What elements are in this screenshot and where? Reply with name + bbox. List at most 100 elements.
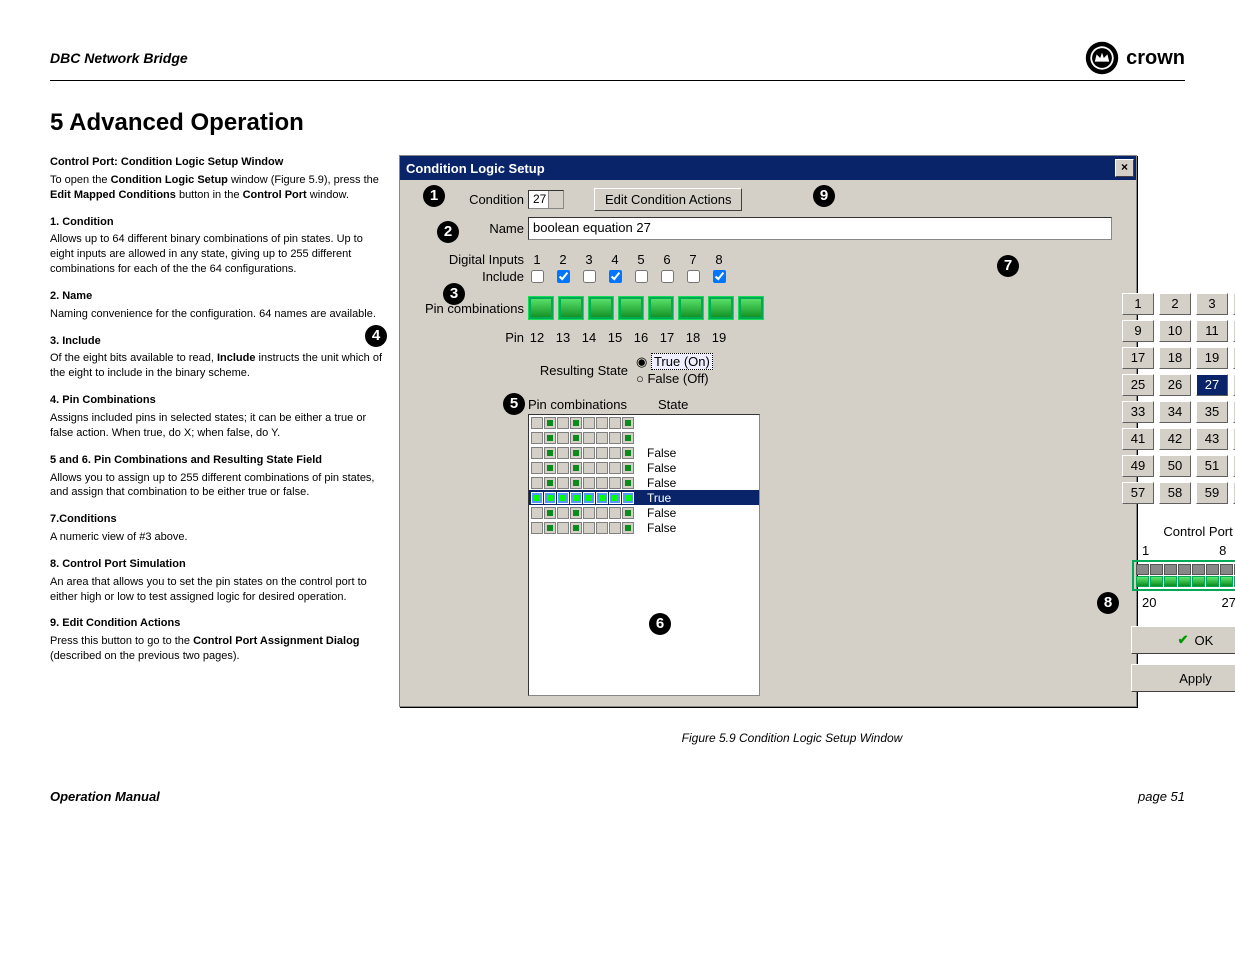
- pin-number: 16: [628, 330, 654, 345]
- cps-cell[interactable]: [1136, 576, 1149, 587]
- condition-button[interactable]: 1: [1122, 293, 1154, 315]
- include-checkbox[interactable]: [713, 270, 726, 283]
- pin-combination-leds: [528, 296, 764, 320]
- condition-button[interactable]: 59: [1196, 482, 1228, 504]
- condition-button[interactable]: 34: [1159, 401, 1191, 423]
- cps-cell[interactable]: [1220, 576, 1233, 587]
- cps-cell[interactable]: [1164, 576, 1177, 587]
- ok-button[interactable]: ✔OK: [1131, 626, 1235, 654]
- digital-inputs-label: Digital Inputs: [408, 252, 524, 267]
- para-2: Naming convenience for the configuration…: [50, 307, 385, 322]
- include-checkbox[interactable]: [635, 270, 648, 283]
- conditions-grid: 1234567891011121314151617181920212223242…: [1122, 293, 1235, 504]
- condition-button[interactable]: 9: [1122, 320, 1154, 342]
- list-row[interactable]: False: [529, 475, 759, 490]
- radio-false[interactable]: ○ False (Off): [636, 371, 713, 386]
- cps-cell[interactable]: [1192, 576, 1205, 587]
- name-field[interactable]: boolean equation 27: [528, 217, 1112, 240]
- condition-button[interactable]: 57: [1122, 482, 1154, 504]
- pin-number: 15: [602, 330, 628, 345]
- include-checkbox[interactable]: [557, 270, 570, 283]
- close-button[interactable]: ×: [1115, 159, 1134, 177]
- condition-button[interactable]: 27: [1196, 374, 1228, 396]
- pin-led[interactable]: [528, 296, 554, 320]
- condition-button[interactable]: 33: [1122, 401, 1154, 423]
- cps-cell[interactable]: [1178, 564, 1191, 575]
- pin-label: Pin: [408, 330, 524, 345]
- condition-button[interactable]: 50: [1159, 455, 1191, 477]
- list-row[interactable]: False: [529, 505, 759, 520]
- pin-led[interactable]: [648, 296, 674, 320]
- para-5: Allows you to assign up to 255 different…: [50, 471, 385, 501]
- cps-row-top: [1136, 564, 1235, 575]
- condition-button[interactable]: 43: [1196, 428, 1228, 450]
- apply-button[interactable]: Apply: [1131, 664, 1235, 692]
- cps-cell[interactable]: [1192, 564, 1205, 575]
- include-checkbox[interactable]: [609, 270, 622, 283]
- digital-input-number: 4: [602, 252, 628, 267]
- list-row[interactable]: False: [529, 460, 759, 475]
- para-4: Assigns included pins in selected states…: [50, 411, 385, 441]
- cps-cell[interactable]: [1164, 564, 1177, 575]
- cps-cell[interactable]: [1178, 576, 1191, 587]
- callout-7: 7: [997, 255, 1019, 277]
- list-row[interactable]: [529, 415, 759, 430]
- pin-combinations-label: Pin combinations: [408, 301, 524, 316]
- cps-cell[interactable]: [1206, 564, 1219, 575]
- include-checkbox[interactable]: [583, 270, 596, 283]
- pin-led[interactable]: [708, 296, 734, 320]
- digital-input-number: 2: [550, 252, 576, 267]
- condition-button[interactable]: 25: [1122, 374, 1154, 396]
- radio-true[interactable]: ◉ True (On): [636, 354, 713, 370]
- pin-combinations-listbox[interactable]: FalseFalseFalseTrueFalseFalse: [528, 414, 760, 696]
- callout-6: 6: [649, 613, 671, 635]
- edit-condition-actions-button[interactable]: Edit Condition Actions: [594, 188, 742, 211]
- list-row[interactable]: False: [529, 445, 759, 460]
- condition-button[interactable]: 26: [1159, 374, 1191, 396]
- cps-cell[interactable]: [1150, 576, 1163, 587]
- cps-cell[interactable]: [1136, 564, 1149, 575]
- list-row[interactable]: False: [529, 520, 759, 535]
- heading-5: 5 and 6. Pin Combinations and Resulting …: [50, 453, 385, 468]
- digital-input-number: 7: [680, 252, 706, 267]
- cps-cell[interactable]: [1206, 576, 1219, 587]
- page-header: DBC Network Bridge crown: [50, 40, 1185, 81]
- condition-button[interactable]: 51: [1196, 455, 1228, 477]
- pin-led[interactable]: [558, 296, 584, 320]
- pin-number: 13: [550, 330, 576, 345]
- include-checkbox[interactable]: [687, 270, 700, 283]
- condition-button[interactable]: 49: [1122, 455, 1154, 477]
- cps-cell[interactable]: [1150, 564, 1163, 575]
- condition-button[interactable]: 19: [1196, 347, 1228, 369]
- heading-8: 8. Control Port Simulation: [50, 557, 385, 572]
- condition-button[interactable]: 17: [1122, 347, 1154, 369]
- cps-cell[interactable]: [1220, 564, 1233, 575]
- pin-led[interactable]: [618, 296, 644, 320]
- pin-led[interactable]: [588, 296, 614, 320]
- pin-led[interactable]: [738, 296, 764, 320]
- condition-button[interactable]: 10: [1159, 320, 1191, 342]
- include-checkbox[interactable]: [661, 270, 674, 283]
- condition-button[interactable]: 41: [1122, 428, 1154, 450]
- condition-button[interactable]: 2: [1159, 293, 1191, 315]
- pin-numbers-row2: 1213141516171819: [524, 330, 732, 345]
- pin-led[interactable]: [678, 296, 704, 320]
- condition-button[interactable]: 58: [1159, 482, 1191, 504]
- include-checkbox[interactable]: [531, 270, 544, 283]
- window-titlebar[interactable]: Condition Logic Setup ×: [400, 156, 1136, 180]
- condition-button[interactable]: 3: [1196, 293, 1228, 315]
- condition-button[interactable]: 18: [1159, 347, 1191, 369]
- heading-1: 1. Condition: [50, 215, 385, 230]
- list-row[interactable]: [529, 430, 759, 445]
- condition-button[interactable]: 42: [1159, 428, 1191, 450]
- condition-button[interactable]: 11: [1196, 320, 1228, 342]
- brand-text: crown: [1126, 47, 1185, 70]
- condition-button[interactable]: 35: [1196, 401, 1228, 423]
- list-row[interactable]: True: [529, 490, 759, 505]
- list-header-state: State: [658, 397, 688, 412]
- condition-spinner[interactable]: 27▲▼: [528, 190, 564, 209]
- callout-8: 8: [1097, 592, 1119, 614]
- cps-bottom-numbers: 20273037: [1142, 595, 1235, 610]
- heading-7: 7.Conditions: [50, 512, 385, 527]
- digital-input-number: 5: [628, 252, 654, 267]
